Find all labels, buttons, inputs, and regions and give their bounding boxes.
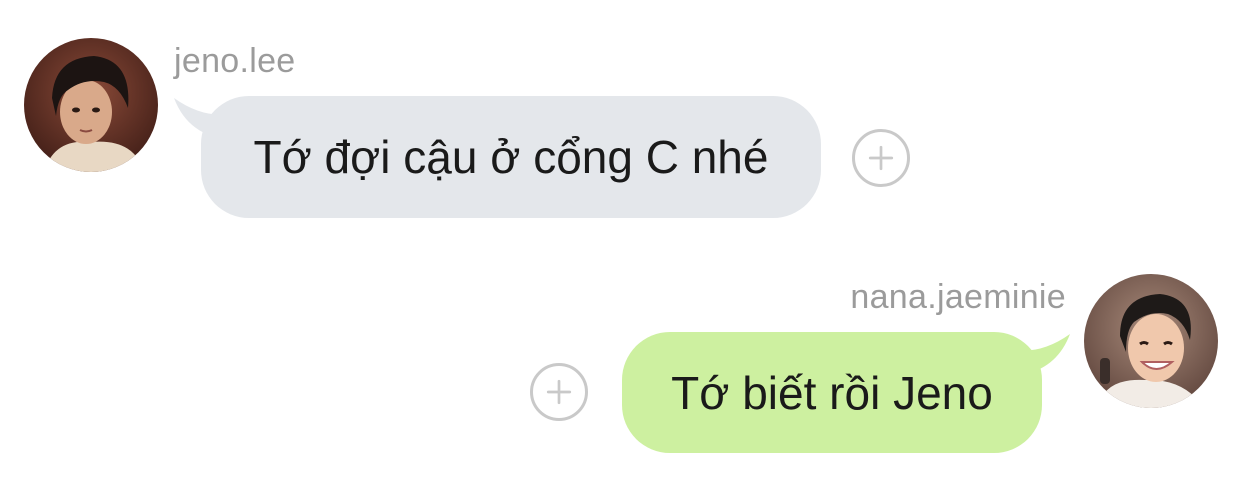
add-reaction-button[interactable]: [852, 129, 910, 187]
plus-circle-icon: [546, 379, 572, 405]
message-bubble-outgoing[interactable]: Tớ biết rồi Jeno: [622, 332, 1042, 453]
avatar-jeno-image: [24, 38, 158, 172]
plus-circle-icon: [868, 145, 894, 171]
avatar-jaemin-image: [1084, 274, 1218, 408]
message-bubble-incoming[interactable]: Tớ đợi cậu ở cổng C nhé: [201, 96, 821, 218]
username-label: nana.jaeminie: [850, 278, 1066, 316]
message-text: Tớ biết rồi Jeno: [671, 366, 993, 419]
username-label: jeno.lee: [174, 42, 296, 80]
avatar-jeno[interactable]: [24, 38, 158, 172]
avatar-jaemin[interactable]: [1084, 274, 1218, 408]
add-reaction-button[interactable]: [530, 363, 588, 421]
message-text: Tớ đợi cậu ở cổng C nhé: [253, 131, 769, 183]
